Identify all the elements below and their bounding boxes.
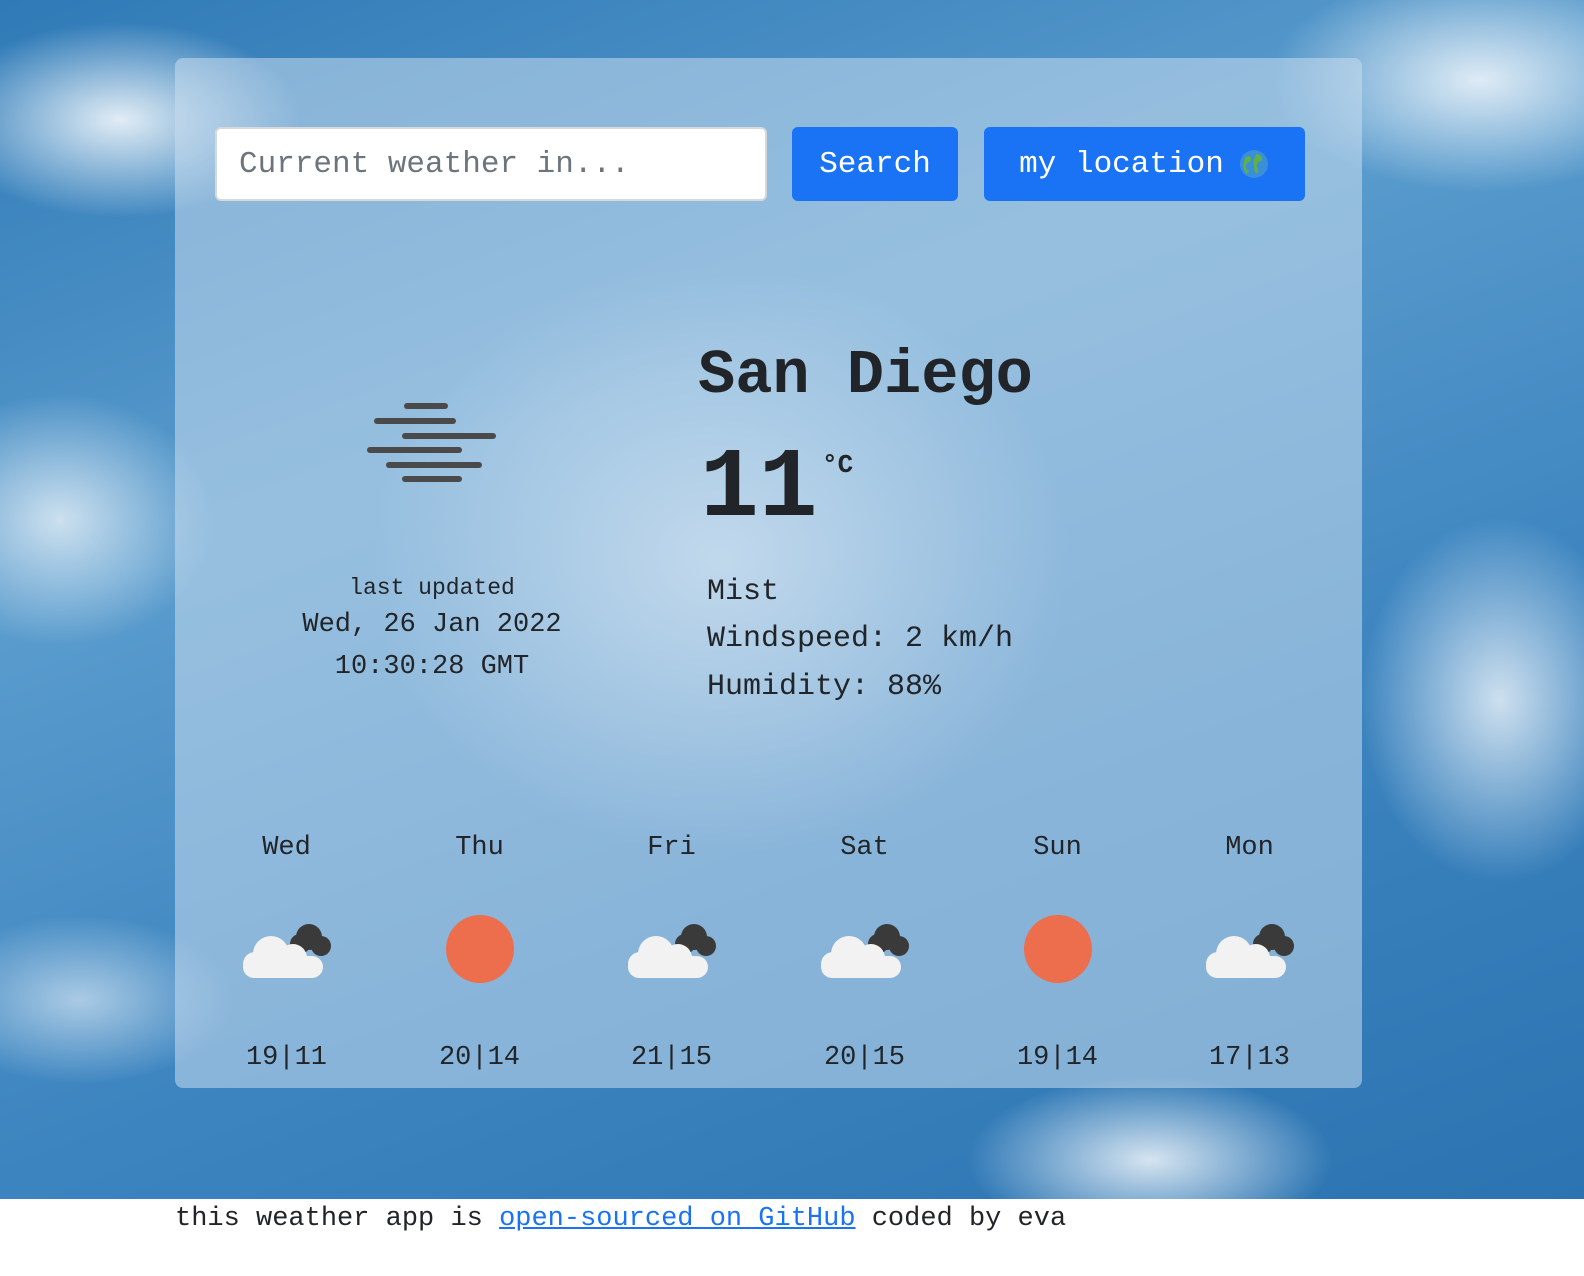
forecast-temps: 20|14	[438, 1043, 520, 1073]
city-name: San Diego	[698, 340, 1033, 411]
last-updated-label: last updated	[349, 575, 515, 601]
humidity: Humidity: 88%	[707, 670, 942, 704]
forecast-day: Sun 19|14	[961, 833, 1154, 1073]
forecast-day-name: Wed	[262, 833, 311, 863]
forecast-day-name: Sun	[1033, 833, 1082, 863]
cloudy-icon	[575, 899, 768, 999]
forecast-temps: 19|11	[245, 1043, 327, 1073]
search-button[interactable]: Search	[792, 127, 958, 201]
sun-icon	[383, 899, 576, 999]
cloudy-icon	[1153, 899, 1346, 999]
cloudy-icon	[768, 899, 961, 999]
forecast-day-name: Thu	[455, 833, 504, 863]
globe-icon	[1239, 150, 1268, 178]
search-input[interactable]	[215, 127, 767, 201]
forecast-temps: 17|13	[1208, 1043, 1290, 1073]
footer-prefix: this weather app is	[175, 1204, 483, 1234]
windspeed: Windspeed: 2 km/h	[707, 622, 1014, 656]
forecast-day-name: Fri	[647, 833, 696, 863]
forecast-temps: 19|14	[1016, 1043, 1098, 1073]
footer-suffix: coded by eva	[871, 1204, 1067, 1234]
footer: this weather app is open-sourced on GitH…	[175, 1204, 1066, 1234]
mist-icon	[367, 403, 496, 482]
github-link[interactable]: open-sourced on GitHub	[499, 1204, 855, 1234]
sun-icon	[961, 899, 1154, 999]
my-location-button[interactable]: my location	[984, 127, 1305, 201]
last-updated-date: Wed, 26 Jan 2022	[302, 610, 562, 640]
my-location-label: my location	[1019, 146, 1224, 182]
cloudy-icon	[190, 899, 383, 999]
last-updated-time: 10:30:28 GMT	[334, 652, 530, 682]
forecast-day-name: Mon	[1225, 833, 1274, 863]
forecast-day: Fri 21|15	[575, 833, 768, 1073]
forecast-day: Wed 19|11	[190, 833, 383, 1073]
forecast-day: Thu 20|14	[383, 833, 576, 1073]
temperature-unit: °C	[822, 450, 854, 480]
forecast-day-name: Sat	[840, 833, 889, 863]
weather-description: Mist	[707, 575, 780, 609]
forecast-temps: 21|15	[630, 1043, 712, 1073]
current-temperature: 11	[700, 434, 818, 545]
forecast-temps: 20|15	[823, 1043, 905, 1073]
forecast-day: Sat 20|15	[768, 833, 961, 1073]
forecast-day: Mon 17|13	[1153, 833, 1346, 1073]
